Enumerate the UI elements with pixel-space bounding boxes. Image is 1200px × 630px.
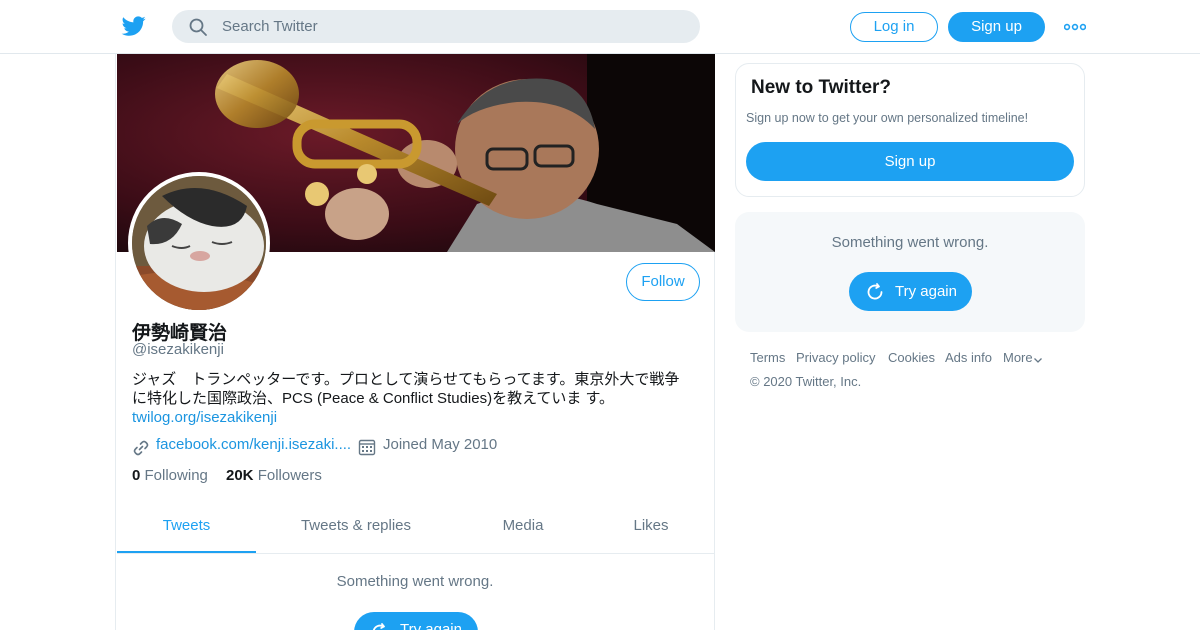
followers-label: Followers bbox=[257, 467, 322, 484]
refresh-icon bbox=[372, 623, 385, 630]
footer-link-privacy[interactable]: Privacy policy bbox=[796, 350, 875, 365]
profile-bio: ジャズ トランペッターです。プロとして演らせてもらってます。東京外大で戦争に特化… bbox=[132, 370, 692, 427]
search-icon bbox=[189, 18, 207, 36]
calendar-icon bbox=[358, 439, 376, 456]
profile-column: Follow 伊勢崎賢治 @isezakikenji ジャズ トランペッターです… bbox=[115, 54, 715, 630]
sidebar-retry-button[interactable]: Try again bbox=[849, 272, 972, 311]
link-icon bbox=[133, 440, 149, 456]
footer-link-terms[interactable]: Terms bbox=[750, 350, 785, 365]
footer-more-label: More bbox=[1003, 350, 1033, 365]
bio-text: ジャズ トランペッターです。プロとして演らせてもらってます。東京外大で戦争に特化… bbox=[132, 371, 680, 407]
profile-tabs: Tweets Tweets & replies Media Likes bbox=[117, 504, 715, 554]
profile-handle: @isezakikenji bbox=[132, 341, 224, 358]
footer-link-cookies[interactable]: Cookies bbox=[888, 350, 935, 365]
top-navigation-bar: Log in Sign up bbox=[0, 0, 1200, 54]
timeline-error-message: Something went wrong. bbox=[336, 573, 494, 590]
search-box[interactable] bbox=[172, 10, 700, 43]
bio-link[interactable]: twilog.org/isezakikenji bbox=[132, 409, 277, 426]
followers-stat[interactable]: 20K Followers bbox=[226, 467, 322, 484]
profile-avatar[interactable] bbox=[128, 172, 270, 314]
joined-date: Joined May 2010 bbox=[383, 436, 498, 453]
sidebar-retry-label: Try again bbox=[895, 283, 957, 300]
signup-button[interactable]: Sign up bbox=[948, 12, 1045, 42]
twitter-bird-icon[interactable] bbox=[121, 14, 147, 38]
following-count: 0 bbox=[132, 467, 141, 484]
signup-card-subtitle: Sign up now to get your own personalized… bbox=[746, 111, 1029, 125]
following-stat[interactable]: 0 Following bbox=[132, 467, 208, 484]
search-input[interactable] bbox=[222, 10, 682, 43]
following-label: Following bbox=[144, 467, 208, 484]
tab-media[interactable]: Media bbox=[487, 504, 559, 553]
tab-likes[interactable]: Likes bbox=[617, 504, 685, 553]
footer-link-ads-info[interactable]: Ads info bbox=[945, 350, 992, 365]
tab-tweets[interactable]: Tweets bbox=[117, 504, 256, 553]
login-button[interactable]: Log in bbox=[850, 12, 938, 42]
refresh-icon bbox=[867, 283, 883, 300]
sidebar-error-card: Something went wrong. Try again bbox=[735, 212, 1085, 332]
more-dots-icon[interactable] bbox=[1064, 22, 1086, 32]
followers-count: 20K bbox=[226, 467, 254, 484]
timeline-retry-button[interactable]: Try again bbox=[354, 612, 478, 630]
signup-card-button[interactable]: Sign up bbox=[746, 142, 1074, 181]
chevron-down-icon bbox=[1033, 358, 1042, 363]
signup-card-title: New to Twitter? bbox=[751, 77, 892, 98]
profile-website-link[interactable]: facebook.com/kenji.isezaki.... bbox=[156, 436, 354, 453]
follow-button[interactable]: Follow bbox=[626, 263, 700, 301]
sidebar-error-message: Something went wrong. bbox=[831, 234, 989, 251]
timeline-retry-label: Try again bbox=[400, 621, 462, 630]
new-to-twitter-card: New to Twitter? Sign up now to get your … bbox=[735, 63, 1085, 197]
footer-link-more[interactable]: More bbox=[1003, 350, 1043, 365]
tab-tweets-and-replies[interactable]: Tweets & replies bbox=[287, 504, 425, 553]
footer-copyright: © 2020 Twitter, Inc. bbox=[750, 374, 862, 389]
